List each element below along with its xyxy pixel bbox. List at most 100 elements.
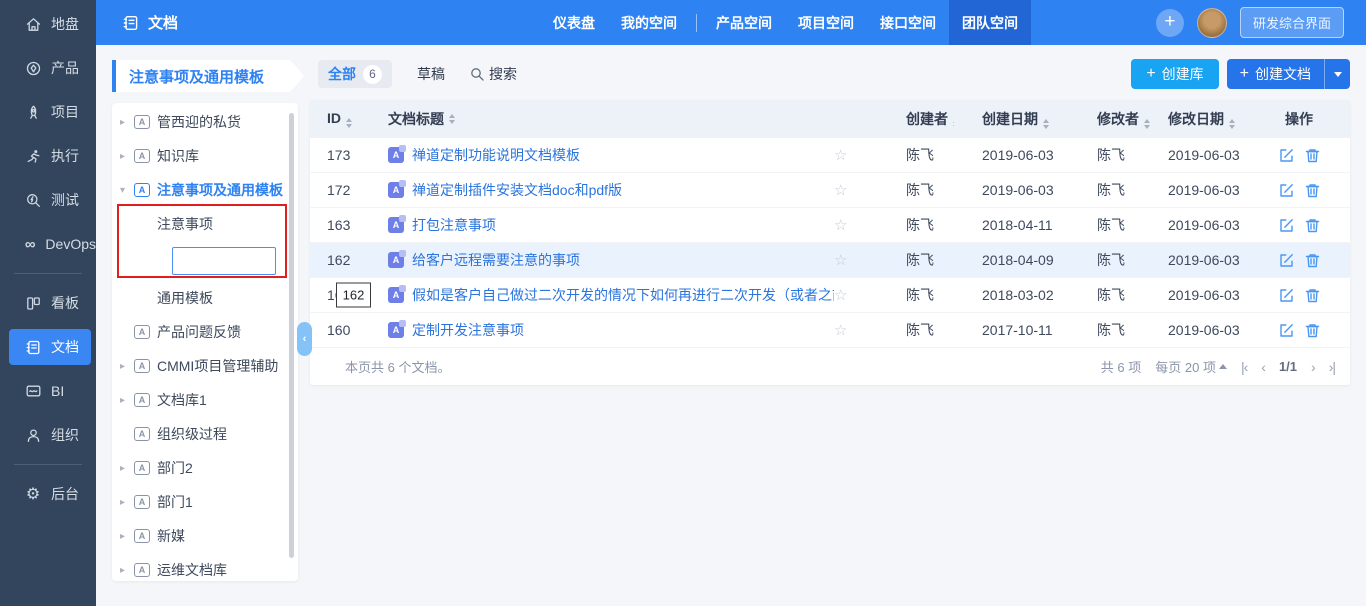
table-row[interactable]: 173 A 禅道定制功能说明文档模板 ☆ 陈飞 2019-06-03 陈飞 2019-06-0… — [310, 138, 1350, 173]
trash-icon[interactable] — [1304, 322, 1321, 339]
star-icon[interactable]: ☆ — [834, 287, 847, 304]
col-created[interactable]: 创建日期 — [954, 109, 1070, 129]
table-row[interactable]: 161162A 假如是客户自己做过二次开发的情况下如何再进行二次开发（或者之前给客… — [310, 278, 1350, 313]
trash-icon[interactable] — [1304, 147, 1321, 164]
col-editor[interactable]: 修改者 — [1070, 109, 1164, 129]
tree-item[interactable]: ▸ A 运维文档库 — [112, 553, 298, 581]
next-page-button[interactable]: › — [1311, 359, 1316, 375]
sort-icon[interactable] — [1144, 119, 1150, 129]
doc-title-link[interactable]: 假如是客户自己做过二次开发的情况下如何再进行二次开发（或者之前给客户做 — [412, 285, 834, 305]
chevron-right-icon[interactable]: ▸ — [120, 117, 134, 128]
tree-item[interactable]: ▸ A 文档库1 — [112, 383, 298, 417]
star-icon[interactable]: ☆ — [834, 252, 847, 269]
library-breadcrumb[interactable]: 注意事项及通用模板 — [112, 60, 304, 92]
plus-icon[interactable]: + — [1155, 8, 1184, 37]
sidebar-item-doc[interactable]: 文档 — [9, 329, 91, 365]
last-page-button[interactable]: ›| — [1329, 359, 1336, 375]
per-page-select[interactable]: 每页 20 项 — [1155, 357, 1227, 376]
edit-icon[interactable] — [1278, 252, 1295, 269]
sidebar-item-org[interactable]: 组织 — [0, 413, 96, 457]
table-row[interactable]: 160 A 定制开发注意事项 ☆ 陈飞 2017-10-11 陈飞 2019-06-03 — [310, 313, 1350, 348]
workspace-button[interactable]: 研发综合界面 — [1239, 7, 1344, 38]
prev-page-button[interactable]: ‹ — [1261, 359, 1266, 375]
tree-item[interactable]: ▸ A 知识库 — [112, 139, 298, 173]
sort-icon[interactable] — [346, 118, 352, 128]
nav-team-space[interactable]: 团队空间 — [949, 0, 1031, 45]
chevron-right-icon[interactable]: ▸ — [120, 361, 134, 372]
app-title: 文档 — [122, 12, 178, 33]
tree-item[interactable]: 注意事项 — [112, 207, 298, 241]
edit-icon[interactable] — [1278, 287, 1295, 304]
tree-item[interactable]: ▾ A 注意事项及通用模板 — [112, 173, 298, 207]
sort-icon[interactable] — [449, 114, 455, 124]
tab-all[interactable]: 全部 6 — [318, 60, 392, 88]
sidebar-item-kanban[interactable]: 看板 — [0, 281, 96, 325]
trash-icon[interactable] — [1304, 252, 1321, 269]
star-icon[interactable]: ☆ — [834, 182, 847, 199]
tree-item[interactable]: ▸ A CMMI项目管理辅助 — [112, 349, 298, 383]
col-creator[interactable]: 创建者 — [866, 109, 954, 129]
tree-scrollbar[interactable] — [289, 113, 294, 558]
star-icon[interactable]: ☆ — [834, 147, 847, 164]
tree-item[interactable]: ▸ A 管西迎的私货 — [112, 105, 298, 139]
nav-dashboard[interactable]: 仪表盘 — [540, 0, 608, 45]
col-id[interactable]: ID — [310, 110, 388, 128]
nav-product-space[interactable]: 产品空间 — [703, 0, 785, 45]
avatar[interactable] — [1196, 7, 1227, 38]
doc-title-link[interactable]: 打包注意事项 — [412, 215, 496, 235]
table-row[interactable]: 172 A 禅道定制插件安装文档doc和pdf版 ☆ 陈飞 2019-06-03 陈飞 201… — [310, 173, 1350, 208]
chevron-right-icon[interactable]: ▸ — [120, 497, 134, 508]
trash-icon[interactable] — [1304, 182, 1321, 199]
star-icon[interactable]: ☆ — [834, 217, 847, 234]
chevron-right-icon[interactable]: ▸ — [120, 151, 134, 162]
tree-item[interactable]: ▸ A 部门1 — [112, 485, 298, 519]
tree-item[interactable]: ▸ A 部门2 — [112, 451, 298, 485]
doc-title-link[interactable]: 禅道定制插件安装文档doc和pdf版 — [412, 180, 622, 200]
edit-icon[interactable] — [1278, 322, 1295, 339]
first-page-button[interactable]: |‹ — [1241, 359, 1248, 375]
edit-icon[interactable] — [1278, 217, 1295, 234]
sidebar-item-bi[interactable]: BI — [0, 369, 96, 413]
doc-title-link[interactable]: 定制开发注意事项 — [412, 320, 524, 340]
chevron-right-icon[interactable]: ▸ — [120, 531, 134, 542]
tree-item[interactable]: ▸ A 新媒 — [112, 519, 298, 553]
doc-title-link[interactable]: 给客户远程需要注意的事项 — [412, 250, 580, 270]
tree-item[interactable]: A 组织级过程 — [112, 417, 298, 451]
sidebar-item-product[interactable]: 产品 — [0, 46, 96, 90]
tree-item[interactable]: 通用模板 — [112, 281, 298, 315]
new-item-name-input[interactable] — [172, 247, 276, 275]
edit-icon[interactable] — [1278, 147, 1295, 164]
table-row[interactable]: 163 A 打包注意事项 ☆ 陈飞 2018-04-11 陈飞 2019-06-03 — [310, 208, 1350, 243]
nav-api-space[interactable]: 接口空间 — [867, 0, 949, 45]
table-row[interactable]: 162 A 给客户远程需要注意的事项 ☆ 陈飞 2018-04-09 陈飞 2019-06-0… — [310, 243, 1350, 278]
doc-title-link[interactable]: 禅道定制功能说明文档模板 — [412, 145, 580, 165]
panel-collapse-handle[interactable]: ‹ — [297, 322, 312, 356]
sidebar-item-devops[interactable]: ∞ DevOps — [0, 222, 96, 266]
tree-item[interactable]: A 产品问题反馈 — [112, 315, 298, 349]
tab-draft[interactable]: 草稿 — [417, 64, 445, 84]
create-doc-main[interactable]: + 创建文档 — [1227, 59, 1324, 89]
trash-icon[interactable] — [1304, 217, 1321, 234]
sidebar-item-admin[interactable]: ⚙ 后台 — [0, 472, 96, 516]
nav-project-space[interactable]: 项目空间 — [785, 0, 867, 45]
col-title[interactable]: 文档标题 — [388, 109, 834, 129]
sidebar-item-home[interactable]: 地盘 — [0, 2, 96, 46]
chevron-right-icon[interactable]: ▸ — [120, 463, 134, 474]
create-doc-dropdown[interactable] — [1324, 59, 1350, 89]
sort-icon[interactable] — [1229, 119, 1235, 129]
sidebar-item-execution[interactable]: 执行 — [0, 134, 96, 178]
create-doc-button[interactable]: + 创建文档 — [1226, 59, 1350, 89]
chevron-right-icon[interactable]: ▸ — [120, 395, 134, 406]
nav-my-space[interactable]: 我的空间 — [608, 0, 690, 45]
chevron-down-icon[interactable]: ▾ — [120, 185, 134, 196]
star-icon[interactable]: ☆ — [834, 322, 847, 339]
trash-icon[interactable] — [1304, 287, 1321, 304]
col-edited[interactable]: 修改日期 — [1164, 109, 1276, 129]
create-library-button[interactable]: + 创建库 — [1131, 59, 1219, 89]
edit-icon[interactable] — [1278, 182, 1295, 199]
sort-icon[interactable] — [1043, 119, 1049, 129]
chevron-right-icon[interactable]: ▸ — [120, 565, 134, 576]
sidebar-item-project[interactable]: 项目 — [0, 90, 96, 134]
tab-search[interactable]: 搜索 — [470, 64, 517, 84]
sidebar-item-test[interactable]: 测试 — [0, 178, 96, 222]
